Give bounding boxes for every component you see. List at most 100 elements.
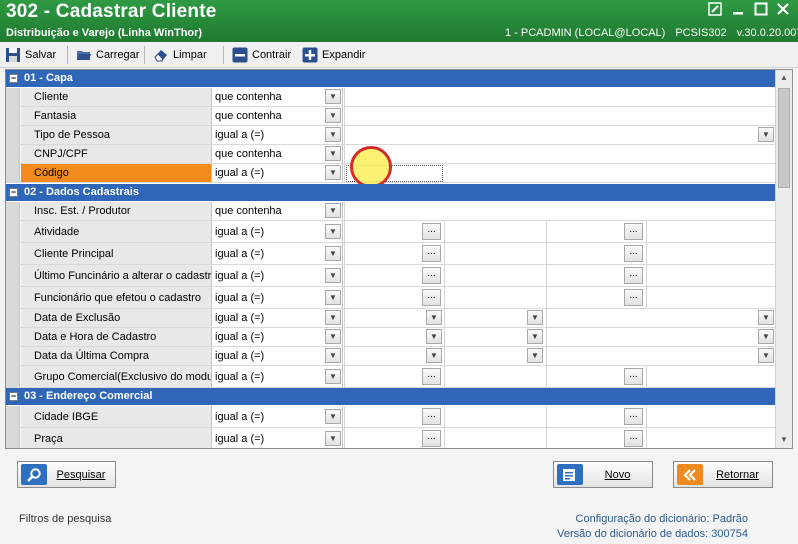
operator-select[interactable]: igual a (=) — [213, 221, 343, 242]
search-ellipsis-button[interactable]: ... — [422, 408, 441, 425]
edit-window-icon[interactable] — [706, 2, 724, 18]
vertical-scrollbar[interactable]: ▲ ▼ — [775, 70, 792, 448]
cell-divider — [444, 265, 445, 286]
save-button[interactable]: Salvar — [5, 45, 56, 65]
filter-row-tipo-pessoa: Tipo de Pessoa igual a (=) ▼ ▼ — [6, 126, 776, 145]
chevron-down-icon[interactable]: ▼ — [325, 165, 341, 180]
operator-select[interactable]: igual a (=) — [213, 328, 343, 346]
operator-select[interactable]: igual a (=) — [213, 265, 343, 286]
new-button-label: Novo — [604, 468, 631, 481]
clear-button[interactable]: Limpar — [153, 45, 207, 65]
search-ellipsis-button[interactable]: ... — [624, 408, 643, 425]
search-ellipsis-button[interactable]: ... — [422, 430, 441, 447]
chevron-down-icon[interactable]: ▼ — [325, 224, 341, 239]
search-ellipsis-button[interactable]: ... — [624, 245, 643, 262]
new-button[interactable]: Novo — [553, 461, 653, 488]
search-ellipsis-button[interactable]: ... — [624, 223, 643, 240]
operator-select[interactable]: igual a (=) — [213, 366, 343, 387]
value-dropdown-icon[interactable]: ▼ — [758, 329, 774, 344]
search-ellipsis-button[interactable]: ... — [624, 289, 643, 306]
search-ellipsis-button[interactable]: ... — [624, 430, 643, 447]
operator-select[interactable]: que contenha — [213, 88, 343, 106]
cell-divider — [546, 328, 547, 346]
filter-row-data-ultima-compra: Data da Última Compra igual a (=) ▼ ▼ ▼ … — [6, 347, 776, 366]
group-header-endereco-comercial[interactable]: − 03 - Endereço Comercial — [6, 388, 776, 405]
operator-select[interactable]: igual a (=) — [213, 428, 343, 448]
load-label: Carregar — [96, 49, 140, 61]
group-header-dados-cadastrais[interactable]: − 02 - Dados Cadastrais — [6, 184, 776, 201]
search-ellipsis-button[interactable]: ... — [422, 223, 441, 240]
cell-divider — [444, 406, 445, 427]
operator-select[interactable]: igual a (=) — [213, 126, 343, 144]
cell-divider — [344, 202, 345, 220]
collapse-button[interactable]: Contrair — [232, 45, 291, 65]
search-ellipsis-button[interactable]: ... — [422, 267, 441, 284]
chevron-down-icon[interactable]: ▼ — [325, 348, 341, 363]
chevron-down-icon[interactable]: ▼ — [325, 89, 341, 104]
filter-row-ultimo-funcionario: Último Funcinário a alterar o cadastro i… — [6, 265, 776, 287]
filter-row-data-exclusao: Data de Exclusão igual a (=) ▼ ▼ ▼ ▼ — [6, 309, 776, 328]
operator-select[interactable]: que contenha — [213, 202, 343, 220]
operator-select[interactable]: que contenha — [213, 107, 343, 125]
chevron-down-icon[interactable]: ▼ — [325, 268, 341, 283]
date-dropdown-icon[interactable]: ▼ — [426, 310, 442, 325]
operator-select[interactable]: igual a (=) — [213, 406, 343, 427]
cell-divider — [546, 347, 547, 365]
collapse-group-icon[interactable]: − — [9, 188, 18, 197]
maximize-icon[interactable] — [752, 2, 770, 18]
date-dropdown-icon[interactable]: ▼ — [426, 348, 442, 363]
chevron-down-icon[interactable]: ▼ — [325, 146, 341, 161]
toolbar-separator — [67, 46, 68, 64]
value-dropdown-icon[interactable]: ▼ — [758, 310, 774, 325]
date-dropdown-icon[interactable]: ▼ — [527, 329, 543, 344]
scroll-up-icon[interactable]: ▲ — [776, 70, 792, 86]
filter-label: Fantasia — [21, 107, 212, 125]
expand-button[interactable]: Expandir — [302, 45, 365, 65]
search-ellipsis-button[interactable]: ... — [422, 368, 441, 385]
row-gutter — [6, 366, 20, 387]
close-icon[interactable] — [774, 2, 792, 18]
chevron-down-icon[interactable]: ▼ — [325, 369, 341, 384]
chevron-down-icon[interactable]: ▼ — [325, 431, 341, 446]
floppy-disk-icon — [5, 47, 21, 63]
filter-row-insc-est: Insc. Est. / Produtor que contenha ▼ — [6, 202, 776, 221]
scrollbar-thumb[interactable] — [778, 88, 790, 188]
value-dropdown-icon[interactable]: ▼ — [758, 127, 774, 142]
collapse-group-icon[interactable]: − — [9, 74, 18, 83]
chevron-down-icon[interactable]: ▼ — [325, 108, 341, 123]
operator-select[interactable]: igual a (=) — [213, 347, 343, 365]
collapse-label: Contrair — [252, 49, 292, 61]
chevron-down-icon[interactable]: ▼ — [325, 290, 341, 305]
load-button[interactable]: Carregar — [76, 45, 139, 65]
chevron-down-icon[interactable]: ▼ — [325, 329, 341, 344]
operator-select[interactable]: que contenha — [213, 145, 343, 163]
date-dropdown-icon[interactable]: ▼ — [527, 348, 543, 363]
chevron-down-icon[interactable]: ▼ — [325, 310, 341, 325]
search-button[interactable]: Pesquisar — [17, 461, 116, 488]
collapse-group-icon[interactable]: − — [9, 392, 18, 401]
filter-row-atividade: Atividade igual a (=) ▼ ... ... — [6, 221, 776, 243]
scroll-down-icon[interactable]: ▼ — [776, 432, 792, 448]
operator-select[interactable]: igual a (=) — [213, 164, 343, 182]
date-dropdown-icon[interactable]: ▼ — [426, 329, 442, 344]
operator-select[interactable]: igual a (=) — [213, 309, 343, 327]
search-ellipsis-button[interactable]: ... — [422, 245, 441, 262]
date-dropdown-icon[interactable]: ▼ — [527, 310, 543, 325]
cell-divider — [344, 265, 345, 286]
chevron-down-icon[interactable]: ▼ — [325, 409, 341, 424]
return-button[interactable]: Retornar — [673, 461, 773, 488]
chevron-down-icon[interactable]: ▼ — [325, 203, 341, 218]
cell-divider — [344, 428, 345, 448]
operator-select[interactable]: igual a (=) — [213, 287, 343, 308]
title-bar: 302 - Cadastrar Cliente Distribuição e V… — [0, 0, 798, 42]
operator-select[interactable]: igual a (=) — [213, 243, 343, 264]
search-ellipsis-button[interactable]: ... — [422, 289, 441, 306]
minimize-icon[interactable] — [729, 2, 747, 18]
cell-divider — [546, 428, 547, 448]
chevron-down-icon[interactable]: ▼ — [325, 246, 341, 261]
search-ellipsis-button[interactable]: ... — [624, 267, 643, 284]
search-ellipsis-button[interactable]: ... — [624, 368, 643, 385]
chevron-down-icon[interactable]: ▼ — [325, 127, 341, 142]
value-dropdown-icon[interactable]: ▼ — [758, 348, 774, 363]
group-header-capa[interactable]: − 01 - Capa — [6, 70, 776, 87]
